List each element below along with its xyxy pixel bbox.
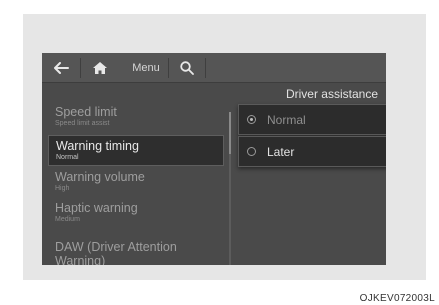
menu-label: Menu — [132, 62, 160, 74]
list-item-title: Speed limit — [55, 105, 117, 119]
option-normal[interactable]: Normal — [238, 104, 386, 135]
menu-button[interactable]: Menu — [126, 53, 166, 83]
list-item-title: DAW (Driver Attention Warning) — [55, 240, 177, 265]
option-label: Later — [267, 144, 295, 159]
list-item-subtitle: High — [55, 185, 70, 192]
list-item-daw[interactable]: DAW (Driver Attention Warning) — [48, 240, 226, 265]
list-scrollbar-thumb[interactable] — [229, 112, 231, 154]
home-icon — [93, 62, 107, 74]
list-item-warning-timing[interactable]: Warning timing Normal — [48, 135, 224, 166]
back-button[interactable] — [42, 53, 80, 83]
back-arrow-icon — [54, 62, 69, 74]
option-label: Normal — [267, 112, 306, 127]
list-item-subtitle: Normal — [56, 154, 79, 161]
option-later[interactable]: Later — [238, 136, 386, 167]
list-item-title: Warning timing — [56, 139, 139, 153]
infotainment-screen: Menu Driver assistance Speed limit Speed… — [42, 53, 386, 265]
search-icon — [180, 61, 194, 75]
top-bar: Menu — [42, 53, 386, 83]
list-item-subtitle: Speed limit assist — [55, 120, 110, 127]
list-item-title: Warning volume — [55, 170, 145, 184]
list-item-haptic-warning[interactable]: Haptic warning Medium — [48, 201, 224, 224]
list-item-subtitle: Medium — [55, 216, 80, 223]
list-item-warning-volume[interactable]: Warning volume High — [48, 170, 224, 193]
radio-checked-icon — [247, 115, 256, 124]
image-code: OJKEV072003L — [359, 293, 435, 304]
radio-unchecked-icon — [247, 147, 256, 156]
search-button[interactable] — [169, 53, 205, 83]
panel-title: Driver assistance — [285, 87, 378, 101]
list-item-speed-limit[interactable]: Speed limit Speed limit assist — [48, 105, 224, 128]
settings-list: Speed limit Speed limit assist Warning t… — [42, 97, 228, 265]
list-item-title: Haptic warning — [55, 201, 138, 215]
home-button[interactable] — [81, 53, 119, 83]
